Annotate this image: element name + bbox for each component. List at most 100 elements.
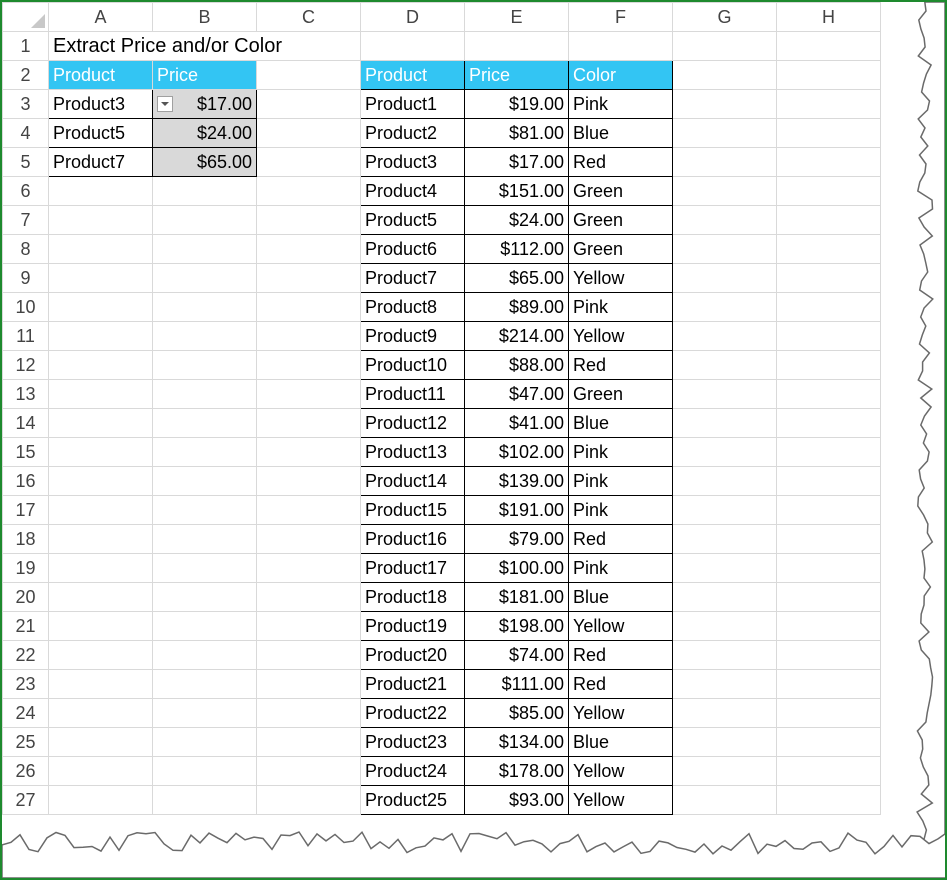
lookup-product-cell[interactable]: Product7	[48, 147, 153, 177]
cell[interactable]	[48, 292, 153, 322]
table-color-cell[interactable]: Pink	[568, 495, 673, 525]
column-header-d[interactable]: D	[360, 2, 465, 32]
cell[interactable]	[48, 582, 153, 612]
row-header[interactable]: 11	[2, 321, 49, 351]
table-color-cell[interactable]: Yellow	[568, 611, 673, 641]
cell[interactable]	[672, 495, 777, 525]
row-header[interactable]: 3	[2, 89, 49, 119]
column-header-h[interactable]: H	[776, 2, 881, 32]
cell[interactable]	[48, 669, 153, 699]
cell[interactable]	[672, 553, 777, 583]
row-header[interactable]: 13	[2, 379, 49, 409]
column-header-g[interactable]: G	[672, 2, 777, 32]
cell[interactable]	[672, 466, 777, 496]
table-price-cell[interactable]: $214.00	[464, 321, 569, 351]
cell[interactable]	[776, 524, 881, 554]
table-product-cell[interactable]: Product3	[360, 147, 465, 177]
table-color-cell[interactable]: Green	[568, 205, 673, 235]
cell[interactable]	[256, 118, 361, 148]
table-color-cell[interactable]: Red	[568, 147, 673, 177]
cell[interactable]	[152, 350, 257, 380]
row-header[interactable]: 23	[2, 669, 49, 699]
cell[interactable]	[672, 234, 777, 264]
cell[interactable]	[256, 553, 361, 583]
table-product-cell[interactable]: Product9	[360, 321, 465, 351]
cell[interactable]	[48, 263, 153, 293]
table-product-cell[interactable]: Product22	[360, 698, 465, 728]
table-product-cell[interactable]: Product5	[360, 205, 465, 235]
cell[interactable]	[256, 408, 361, 438]
row-header[interactable]: 18	[2, 524, 49, 554]
cell[interactable]	[256, 669, 361, 699]
table-price-cell[interactable]: $100.00	[464, 553, 569, 583]
cell[interactable]	[256, 466, 361, 496]
table-product-cell[interactable]: Product16	[360, 524, 465, 554]
table-product-cell[interactable]: Product17	[360, 553, 465, 583]
lookup-price-cell[interactable]: $17.00	[152, 89, 257, 119]
cell[interactable]	[672, 60, 777, 90]
table-color-cell[interactable]: Blue	[568, 727, 673, 757]
row-header[interactable]: 25	[2, 727, 49, 757]
cell[interactable]	[776, 205, 881, 235]
row-header[interactable]: 24	[2, 698, 49, 728]
table-price-cell[interactable]: $79.00	[464, 524, 569, 554]
table-color-cell[interactable]: Yellow	[568, 756, 673, 786]
row-header[interactable]: 22	[2, 640, 49, 670]
cell[interactable]	[672, 147, 777, 177]
row-header[interactable]: 4	[2, 118, 49, 148]
cell[interactable]	[256, 321, 361, 351]
table-color-cell[interactable]: Yellow	[568, 321, 673, 351]
cell[interactable]	[672, 611, 777, 641]
cell[interactable]	[48, 205, 153, 235]
cell[interactable]	[776, 640, 881, 670]
cell[interactable]	[672, 698, 777, 728]
table-price-cell[interactable]: $112.00	[464, 234, 569, 264]
column-header-b[interactable]: B	[152, 2, 257, 32]
table-product-cell[interactable]: Product10	[360, 350, 465, 380]
table-color-cell[interactable]: Yellow	[568, 785, 673, 815]
cell[interactable]	[256, 495, 361, 525]
table-color-cell[interactable]: Pink	[568, 437, 673, 467]
row-header[interactable]: 16	[2, 466, 49, 496]
table-product-cell[interactable]: Product13	[360, 437, 465, 467]
row-header[interactable]: 19	[2, 553, 49, 583]
table-price-cell[interactable]: $88.00	[464, 350, 569, 380]
column-header-f[interactable]: F	[568, 2, 673, 32]
table-product-cell[interactable]: Product12	[360, 408, 465, 438]
row-header[interactable]: 20	[2, 582, 49, 612]
sheet-title-cell[interactable]: Extract Price and/or Color	[48, 31, 361, 61]
table-product-cell[interactable]: Product8	[360, 292, 465, 322]
table-price-cell[interactable]: $85.00	[464, 698, 569, 728]
cell[interactable]	[776, 437, 881, 467]
cell[interactable]	[152, 466, 257, 496]
table-color-cell[interactable]: Red	[568, 669, 673, 699]
cell[interactable]	[776, 495, 881, 525]
cell[interactable]	[776, 408, 881, 438]
table-header-color[interactable]: Color	[568, 60, 673, 90]
cell[interactable]	[152, 437, 257, 467]
table-header-price[interactable]: Price	[464, 60, 569, 90]
cell[interactable]	[256, 698, 361, 728]
column-header-e[interactable]: E	[464, 2, 569, 32]
table-header-product[interactable]: Product	[360, 60, 465, 90]
row-header[interactable]: 2	[2, 60, 49, 90]
cell[interactable]	[152, 785, 257, 815]
cell[interactable]	[672, 89, 777, 119]
table-price-cell[interactable]: $19.00	[464, 89, 569, 119]
row-header[interactable]: 17	[2, 495, 49, 525]
table-price-cell[interactable]: $102.00	[464, 437, 569, 467]
cell[interactable]	[256, 582, 361, 612]
cell[interactable]	[776, 31, 881, 61]
select-all-corner[interactable]	[2, 2, 49, 32]
cell[interactable]	[256, 263, 361, 293]
cell[interactable]	[256, 524, 361, 554]
cell[interactable]	[672, 669, 777, 699]
row-header[interactable]: 5	[2, 147, 49, 177]
table-product-cell[interactable]: Product25	[360, 785, 465, 815]
cell[interactable]	[672, 727, 777, 757]
row-header[interactable]: 6	[2, 176, 49, 206]
cell[interactable]	[672, 31, 777, 61]
table-price-cell[interactable]: $47.00	[464, 379, 569, 409]
table-price-cell[interactable]: $24.00	[464, 205, 569, 235]
table-price-cell[interactable]: $198.00	[464, 611, 569, 641]
